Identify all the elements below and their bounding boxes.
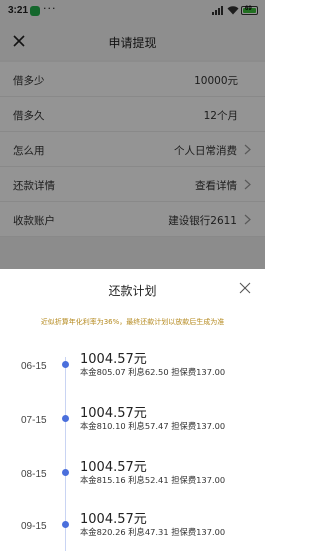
sheet-title: 还款计划 <box>108 284 157 298</box>
plan-item: 09-15 1004.57元 本金820.26 利息47.31 担保费137.0… <box>0 505 265 551</box>
plan-detail: 本金810.10 利息57.47 担保费137.00 <box>80 421 226 431</box>
plan-date: 08-15 <box>21 469 47 480</box>
plan-item: 06-15 1004.57元 本金805.07 利息62.50 担保费137.0… <box>0 345 265 405</box>
plan-detail: 本金820.26 利息47.31 担保费137.00 <box>80 527 226 537</box>
timeline-dot <box>62 415 69 422</box>
repayment-plan-sheet: 还款计划 近似折算年化利率为36%，最终还款计划以放款后生成为准 06-15 1… <box>0 269 265 551</box>
plan-amount: 1004.57元 <box>80 460 147 475</box>
plan-detail: 本金815.16 利息52.41 担保费137.00 <box>80 475 226 485</box>
plan-date: 09-15 <box>21 521 47 532</box>
rate-notice: 近似折算年化利率为36%，最终还款计划以放款后生成为准 <box>40 318 225 326</box>
plan-item: 07-15 1004.57元 本金810.10 利息57.47 担保费137.0… <box>0 399 265 459</box>
plan-date: 07-15 <box>21 415 47 426</box>
plan-amount: 1004.57元 <box>80 406 147 421</box>
timeline-dot <box>62 521 69 528</box>
plan-detail: 本金805.07 利息62.50 担保费137.00 <box>80 367 226 377</box>
timeline-dot <box>62 361 69 368</box>
plan-amount: 1004.57元 <box>80 512 147 527</box>
plan-item: 08-15 1004.57元 本金815.16 利息52.41 担保费137.0… <box>0 453 265 513</box>
plan-date: 06-15 <box>21 361 47 372</box>
screen: 3:21 ··· 69 申请提现 借多少 10000元 借多久 12个月 怎么用… <box>0 0 265 551</box>
timeline-dot <box>62 469 69 476</box>
close-icon[interactable] <box>238 281 252 295</box>
plan-amount: 1004.57元 <box>80 352 147 367</box>
